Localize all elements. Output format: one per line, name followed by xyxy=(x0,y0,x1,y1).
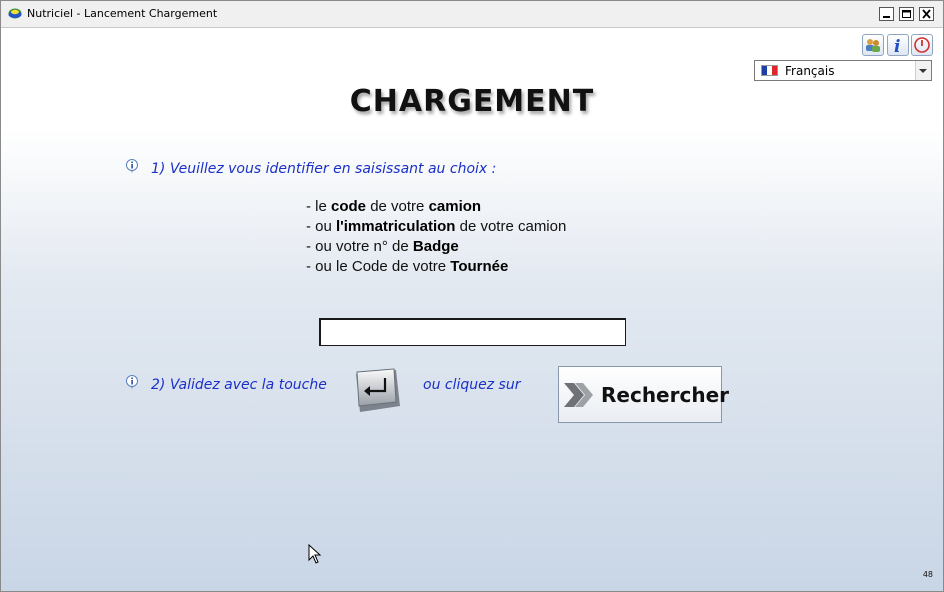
power-icon xyxy=(914,37,930,53)
info-bubble-icon xyxy=(126,375,138,389)
step2-instruction: 2) Validez avec la touche xyxy=(151,377,327,393)
maximize-button[interactable] xyxy=(899,7,914,21)
chevron-down-icon[interactable] xyxy=(915,61,931,80)
identification-options: - le code de votre camion - ou l'immatri… xyxy=(306,197,566,277)
france-flag-icon xyxy=(761,65,778,76)
close-button[interactable] xyxy=(919,7,934,21)
search-button[interactable]: Rechercher xyxy=(558,366,729,423)
svg-text:i: i xyxy=(894,37,900,55)
build-number: 48 xyxy=(922,570,933,579)
maximize-icon xyxy=(902,10,911,18)
step1-instruction: 1) Veuillez vous identifier en saisissan… xyxy=(151,161,497,177)
nutriciel-logo-icon xyxy=(8,8,22,19)
option-badge: - ou votre n° de Badge xyxy=(306,238,459,255)
option-tour: - ou le Code de votre Tournée xyxy=(306,258,509,275)
language-select[interactable]: Français xyxy=(754,60,932,81)
identification-input[interactable] xyxy=(319,318,626,346)
quit-button[interactable] xyxy=(911,34,933,56)
double-chevron-right-icon xyxy=(564,383,593,407)
option-code: - le code de votre camion xyxy=(306,198,482,215)
window-title: Nutriciel - Lancement Chargement xyxy=(27,7,218,20)
users-button[interactable] xyxy=(862,34,884,56)
minimize-button[interactable] xyxy=(879,7,894,21)
enter-key-icon xyxy=(356,368,400,412)
option-plate: - ou l'immatriculation de votre camion xyxy=(306,218,567,235)
title-bar[interactable]: Nutriciel - Lancement Chargement xyxy=(1,1,943,28)
info-icon: i xyxy=(894,37,900,57)
language-value: Français xyxy=(785,64,835,78)
page-title: CHARGEMENT xyxy=(349,84,595,119)
info-button[interactable]: i xyxy=(887,34,909,57)
main-window: Nutriciel - Lancement Chargement i Franç… xyxy=(0,0,944,592)
close-icon xyxy=(922,9,931,19)
users-icon xyxy=(866,39,880,52)
minimize-icon xyxy=(883,16,890,18)
search-button-label: Rechercher xyxy=(601,383,730,407)
content-area: i Français CHARGEMENT 1) Veuillez vous i… xyxy=(1,28,943,591)
step2-or-text: ou cliquez sur xyxy=(423,377,521,393)
mouse-cursor-icon xyxy=(308,544,322,564)
info-bubble-icon xyxy=(126,159,138,173)
